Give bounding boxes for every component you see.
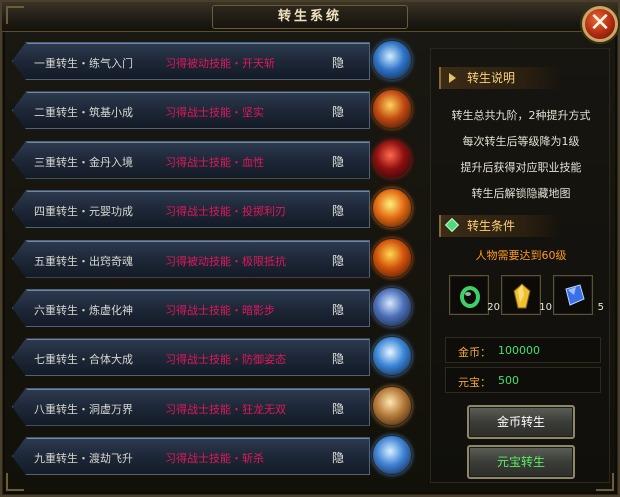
jade-ring-icon xyxy=(460,286,480,308)
tier-skill: 习得战士技能・血性 xyxy=(165,155,264,169)
tier-skill: 习得战士技能・防御姿态 xyxy=(165,353,286,367)
close-button[interactable]: ✕ xyxy=(582,6,618,42)
yuanbao-value: 500 xyxy=(498,374,519,387)
hidden-map-marker: 隐 xyxy=(332,56,345,70)
hidden-map-marker: 隐 xyxy=(332,154,345,169)
material-count: 5 xyxy=(597,302,604,313)
material-slot[interactable]: 5 xyxy=(553,275,604,315)
section-header-info: 转生说明 xyxy=(439,67,561,89)
hidden-map-marker: 隐 xyxy=(332,352,345,367)
material-slot[interactable]: 20 xyxy=(449,275,500,315)
tier-name: 八重转生・洞虚万界 xyxy=(34,402,133,416)
tier-name: 九重转生・渡劫飞升 xyxy=(34,452,133,466)
rebirth-tier-row[interactable]: 二重转生・筑基小成 习得战士技能・坚实 隐 xyxy=(12,87,420,133)
tier-skill: 习得战士技能・斩杀 xyxy=(165,452,264,466)
rebirth-tier-row[interactable]: 五重转生・出窍奇魂 习得被动技能・极限抵抗 隐 xyxy=(12,236,420,282)
hidden-map-marker: 隐 xyxy=(332,204,345,219)
gold-rebirth-button[interactable]: 金币转生 xyxy=(467,405,575,439)
tier-name: 一重转生・练气入门 xyxy=(34,57,133,70)
defense-stance-icon[interactable] xyxy=(372,336,412,377)
hidden-map-marker: 隐 xyxy=(332,401,345,416)
rebirth-tier-row[interactable]: 八重转生・洞虚万界 习得战士技能・狂龙无双 隐 xyxy=(12,384,420,430)
rebirth-tier-row[interactable]: 三重转生・金丹入境 习得战士技能・血性 隐 xyxy=(12,137,420,183)
hidden-map-marker: 隐 xyxy=(332,451,345,466)
close-icon: ✕ xyxy=(589,8,611,38)
tier-name: 七重转生・合体大成 xyxy=(34,353,133,367)
window-title: 转生系统 xyxy=(212,5,408,29)
info-line: 每次转生后等级降为1级 xyxy=(462,135,580,148)
rebirth-tier-row[interactable]: 七重转生・合体大成 习得战士技能・防御姿态 隐 xyxy=(12,334,420,380)
fire-blade-icon[interactable] xyxy=(372,188,412,229)
frame-corner xyxy=(6,6,24,24)
tier-skill: 习得被动技能・开天斩 xyxy=(165,57,275,70)
rebirth-tier-row[interactable]: 一重转生・练气入门 习得被动技能・开天斩 隐 xyxy=(12,38,420,84)
hidden-map-marker: 隐 xyxy=(332,253,345,268)
flame-warrior-icon[interactable] xyxy=(372,89,412,130)
diamond-icon xyxy=(444,217,460,233)
wind-dragon-icon[interactable] xyxy=(372,385,412,426)
tier-name: 五重转生・出窍奇魂 xyxy=(34,254,133,268)
yuanbao-balance: 元宝： 500 xyxy=(445,367,601,393)
hidden-map-marker: 隐 xyxy=(332,105,345,120)
tier-skill: 习得战士技能・坚实 xyxy=(165,106,264,120)
tier-name: 二重转生・筑基小成 xyxy=(34,106,133,120)
rebirth-window: 转生系统 一重转生・练气入门 习得被动技能・开天斩隐二重转生・筑基小成 习得战士技能… xyxy=(0,0,620,497)
tier-name: 三重转生・金丹入境 xyxy=(34,155,133,169)
gold-crystal-icon xyxy=(513,283,531,309)
tier-skill: 习得战士技能・投掷利刃 xyxy=(165,205,286,219)
rebirth-tier-list: 一重转生・练气入门 习得被动技能・开天斩隐二重转生・筑基小成 习得战士技能・坚实隐三… xyxy=(12,38,420,483)
material-slot[interactable]: 10 xyxy=(501,275,552,315)
tier-skill: 习得被动技能・极限抵抗 xyxy=(165,254,286,268)
info-panel: 转生说明 转生总共九阶，2种提升方式 每次转生后等级降为1级 提升后获得对应职业… xyxy=(430,48,610,483)
gold-balance: 金币： 100000 xyxy=(445,337,601,363)
hidden-map-marker: 隐 xyxy=(332,302,345,317)
info-line: 提升后获得对应职业技能 xyxy=(460,161,582,174)
title-bar: 转生系统 xyxy=(2,2,618,32)
level-requirement: 人物需要达到60级 xyxy=(475,249,567,262)
gold-label: 金币： xyxy=(458,346,491,359)
rebirth-tier-row[interactable]: 四重转生・元婴功成 习得战士技能・投掷利刃 隐 xyxy=(12,186,420,232)
tier-skill: 习得战士技能・暗影步 xyxy=(165,303,275,317)
info-line: 转生总共九阶，2种提升方式 xyxy=(451,109,591,122)
shadow-step-icon[interactable] xyxy=(372,286,412,327)
gold-value: 100000 xyxy=(498,344,540,357)
info-line: 转生后解锁隐藏地图 xyxy=(471,187,571,200)
arrow-icon xyxy=(449,73,456,83)
rebirth-tier-row[interactable]: 九重转生・渡劫飞升 习得战士技能・斩杀 隐 xyxy=(12,433,420,479)
blue-gem-icon xyxy=(565,284,585,306)
tier-name: 六重转生・炼虚化神 xyxy=(34,303,133,317)
ice-shard-icon[interactable] xyxy=(372,40,412,80)
tier-name: 四重转生・元婴功成 xyxy=(34,205,133,219)
demon-face-icon[interactable] xyxy=(372,138,412,179)
material-count: 10 xyxy=(539,302,552,313)
section-header-conditions: 转生条件 xyxy=(439,215,561,237)
yuanbao-rebirth-button[interactable]: 元宝转生 xyxy=(467,445,575,479)
tier-skill: 习得战士技能・狂龙无双 xyxy=(165,402,286,416)
fire-shield-icon[interactable] xyxy=(372,237,412,278)
section-title: 转生条件 xyxy=(467,219,516,233)
execute-slash-icon[interactable] xyxy=(372,435,412,476)
section-title: 转生说明 xyxy=(467,71,516,85)
yuanbao-label: 元宝： xyxy=(458,376,491,389)
rebirth-tier-row[interactable]: 六重转生・炼虚化神 习得战士技能・暗影步 隐 xyxy=(12,285,420,331)
material-count: 20 xyxy=(487,302,500,313)
